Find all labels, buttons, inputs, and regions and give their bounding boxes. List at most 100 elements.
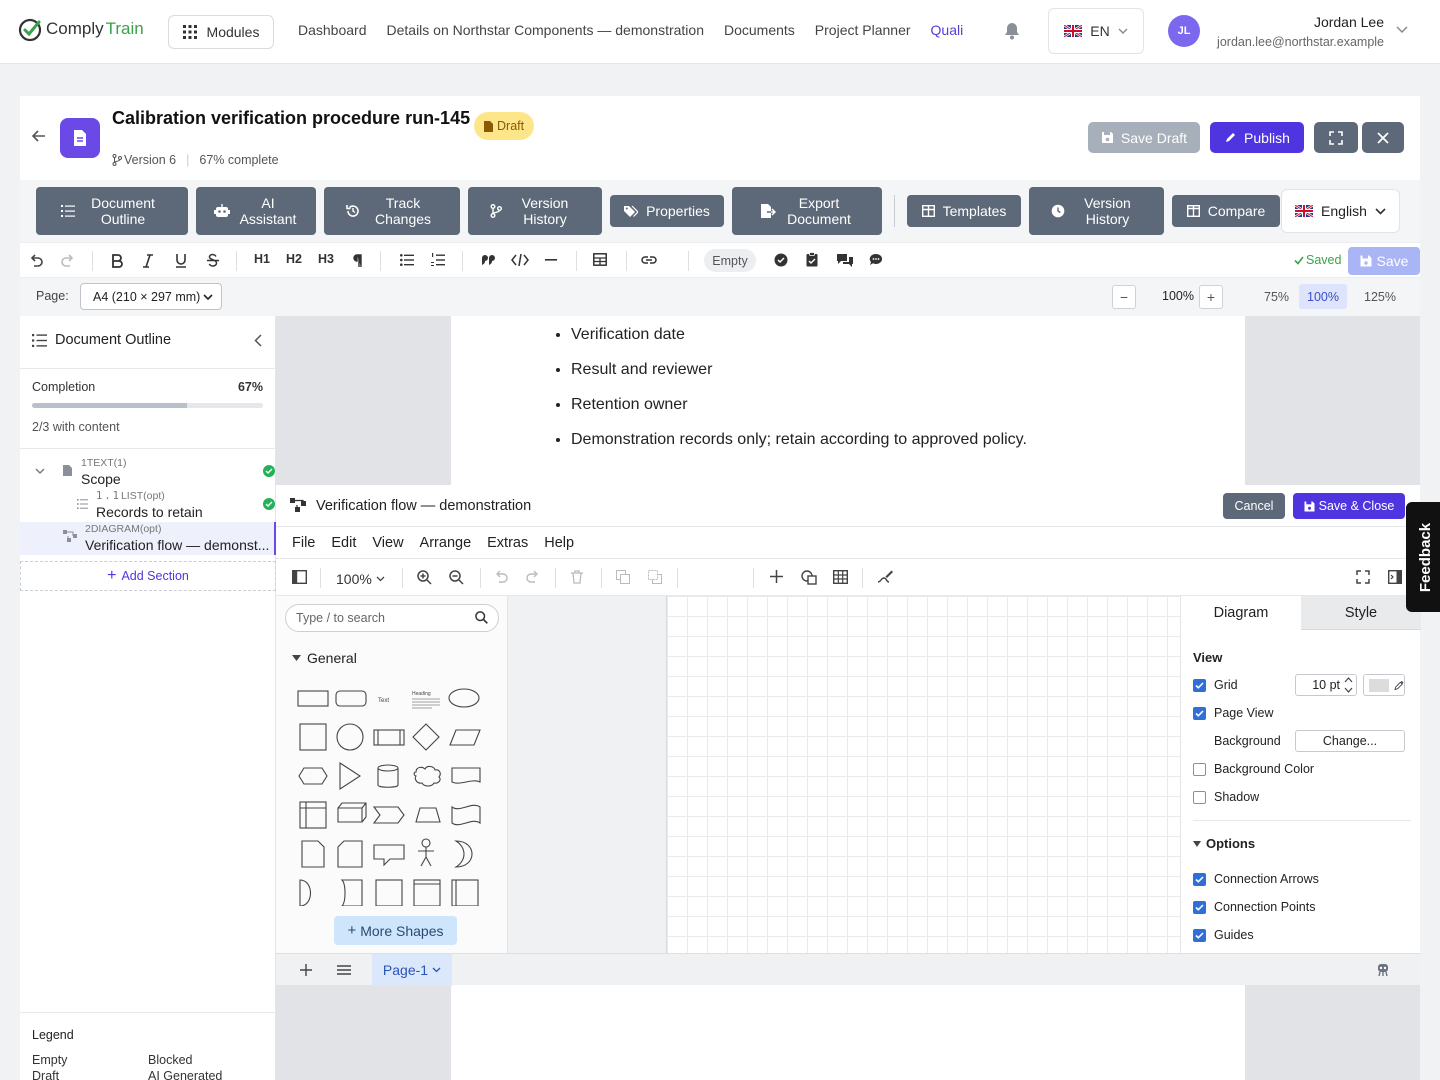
- chevron-left-icon[interactable]: [254, 334, 262, 347]
- link-icon[interactable]: [641, 254, 657, 266]
- data-storage-shape[interactable]: [340, 879, 363, 906]
- feedback-tab[interactable]: Feedback: [1406, 502, 1440, 612]
- actor-shape[interactable]: [418, 838, 434, 867]
- cube-shape[interactable]: [337, 802, 367, 823]
- page-view-checkbox[interactable]: [1193, 706, 1206, 720]
- page-size-select[interactable]: A4 (210 × 297 mm): [80, 283, 222, 310]
- connection-arrows-option[interactable]: Connection Arrows: [1193, 872, 1319, 886]
- guides-option[interactable]: Guides: [1193, 928, 1254, 942]
- numbered-list-icon[interactable]: [431, 253, 445, 267]
- zoom-in-icon[interactable]: [417, 570, 432, 585]
- shadow-option[interactable]: Shadow: [1193, 790, 1259, 804]
- redo-icon[interactable]: [61, 253, 75, 267]
- cloud-shape[interactable]: [413, 765, 441, 787]
- content-language-selector[interactable]: English: [1281, 189, 1400, 233]
- nav-link-project-details[interactable]: Details on Northstar Components — demons…: [387, 22, 704, 38]
- heading-2-button[interactable]: H2: [286, 252, 302, 266]
- templates-button[interactable]: Templates: [907, 195, 1021, 227]
- shadow-checkbox[interactable]: [1193, 790, 1206, 804]
- brand-logo[interactable]: Comply Train: [18, 16, 144, 42]
- rounded-rectangle-shape[interactable]: [335, 690, 367, 707]
- publish-button[interactable]: Publish: [1210, 122, 1304, 153]
- add-section-button[interactable]: + Add Section: [20, 561, 276, 591]
- export-document-button[interactable]: Export Document: [732, 187, 882, 235]
- menu-file[interactable]: File: [292, 535, 315, 551]
- code-icon[interactable]: [511, 254, 529, 266]
- container-shape[interactable]: [451, 879, 479, 906]
- heading-1-button[interactable]: H1: [254, 252, 270, 266]
- change-background-button[interactable]: Change...: [1295, 730, 1405, 752]
- ellipse-shape[interactable]: [448, 688, 480, 708]
- text-shape[interactable]: Text: [378, 698, 389, 704]
- internal-storage-shape[interactable]: [299, 801, 327, 829]
- pages-menu-icon[interactable]: [337, 965, 351, 975]
- document-outline-button[interactable]: Document Outline: [36, 187, 188, 235]
- diagram-canvas[interactable]: [666, 596, 1180, 953]
- menu-edit[interactable]: Edit: [331, 535, 356, 551]
- callout-shape[interactable]: [373, 844, 405, 867]
- save-button[interactable]: Save: [1348, 247, 1420, 275]
- guides-checkbox[interactable]: [1193, 928, 1206, 942]
- table-icon[interactable]: [593, 253, 607, 266]
- shape-palette[interactable]: Text Heading: [292, 676, 492, 906]
- page-view-option[interactable]: Page View: [1193, 706, 1274, 720]
- user-menu-chevron-icon[interactable]: [1396, 26, 1408, 34]
- connection-arrows-checkbox[interactable]: [1193, 872, 1206, 886]
- undo-icon[interactable]: [494, 570, 508, 583]
- menu-arrange[interactable]: Arrange: [420, 535, 472, 551]
- hexagon-shape[interactable]: [298, 767, 328, 785]
- to-back-icon[interactable]: [648, 570, 662, 584]
- zoom-preset-125[interactable]: 125%: [1356, 284, 1404, 309]
- clipboard-check-icon[interactable]: [806, 252, 818, 267]
- zoom-out-icon[interactable]: [449, 570, 464, 585]
- mascot-icon[interactable]: [1376, 963, 1390, 977]
- page-tab[interactable]: Page-1: [372, 954, 452, 986]
- background-color-checkbox[interactable]: [1193, 762, 1206, 776]
- toggle-sidebar-icon[interactable]: [292, 570, 307, 584]
- user-avatar[interactable]: JL: [1168, 15, 1200, 47]
- menu-extras[interactable]: Extras: [487, 535, 528, 551]
- general-shapes-header[interactable]: General: [292, 650, 357, 666]
- grid-checkbox[interactable]: [1193, 678, 1206, 692]
- track-changes-button[interactable]: Track Changes: [324, 187, 460, 235]
- grid-color-picker[interactable]: [1363, 674, 1405, 696]
- properties-button[interactable]: Properties: [610, 195, 724, 227]
- frame-shape[interactable]: [413, 879, 441, 906]
- underline-icon[interactable]: [174, 253, 188, 268]
- toggle-format-panel-icon[interactable]: [1388, 570, 1402, 584]
- chevron-down-icon[interactable]: [35, 468, 45, 474]
- trash-icon[interactable]: [571, 570, 583, 584]
- fullscreen-button[interactable]: [1314, 122, 1358, 153]
- delay-shape[interactable]: [299, 879, 312, 906]
- version-history-button[interactable]: Version History: [468, 187, 602, 235]
- cancel-button[interactable]: Cancel: [1223, 493, 1285, 519]
- tape-shape[interactable]: [451, 804, 481, 826]
- connection-points-option[interactable]: Connection Points: [1193, 900, 1315, 914]
- outline-item-scope[interactable]: 1TEXT(1) Scope: [20, 456, 276, 489]
- square-shape-2[interactable]: [375, 879, 403, 906]
- nav-link-documents[interactable]: Documents: [724, 22, 795, 38]
- stepper-icon[interactable]: [1344, 675, 1353, 695]
- to-front-icon[interactable]: [616, 570, 630, 584]
- nav-link-quali[interactable]: Quali: [931, 22, 964, 38]
- shapes-icon[interactable]: [801, 570, 817, 585]
- table-icon[interactable]: [833, 570, 848, 584]
- nav-link-project-planner[interactable]: Project Planner: [815, 22, 911, 38]
- outline-item-diagram[interactable]: 2DIAGRAM(opt) Verification flow — demons…: [20, 522, 276, 555]
- insert-plus-icon[interactable]: [770, 570, 783, 583]
- close-button[interactable]: [1362, 122, 1404, 153]
- square-shape[interactable]: [299, 723, 327, 751]
- section-status-badge[interactable]: Empty: [704, 249, 756, 272]
- tab-style[interactable]: Style: [1301, 596, 1421, 630]
- outline-item-records[interactable]: 1.1LIST(opt) Records to retain: [20, 489, 276, 522]
- connection-points-checkbox[interactable]: [1193, 900, 1206, 914]
- strikethrough-icon[interactable]: [206, 253, 220, 268]
- or-shape[interactable]: [454, 840, 473, 868]
- fullscreen-icon[interactable]: [1356, 570, 1370, 584]
- trapezoid-shape[interactable]: [415, 807, 441, 823]
- back-arrow-icon[interactable]: [32, 130, 46, 142]
- compare-button[interactable]: Compare: [1172, 195, 1280, 227]
- diagram-zoom-select[interactable]: 100%: [336, 571, 385, 587]
- language-selector[interactable]: EN: [1048, 8, 1144, 54]
- horizontal-rule-icon[interactable]: [545, 259, 557, 261]
